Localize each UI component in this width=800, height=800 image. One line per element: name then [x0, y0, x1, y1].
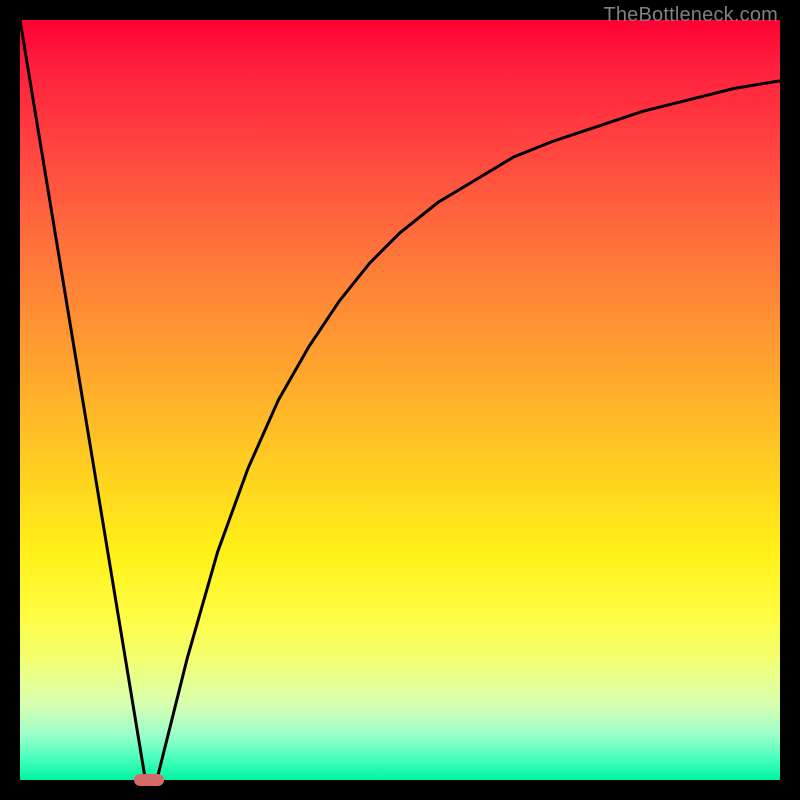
right-rising-curve: [157, 81, 780, 780]
plot-area: [20, 20, 780, 780]
left-falling-line: [20, 20, 145, 780]
curves-svg: [20, 20, 780, 780]
chart-frame: TheBottleneck.com: [0, 0, 800, 800]
bottom-optimum-marker: [134, 774, 164, 786]
watermark-text: TheBottleneck.com: [603, 4, 778, 27]
